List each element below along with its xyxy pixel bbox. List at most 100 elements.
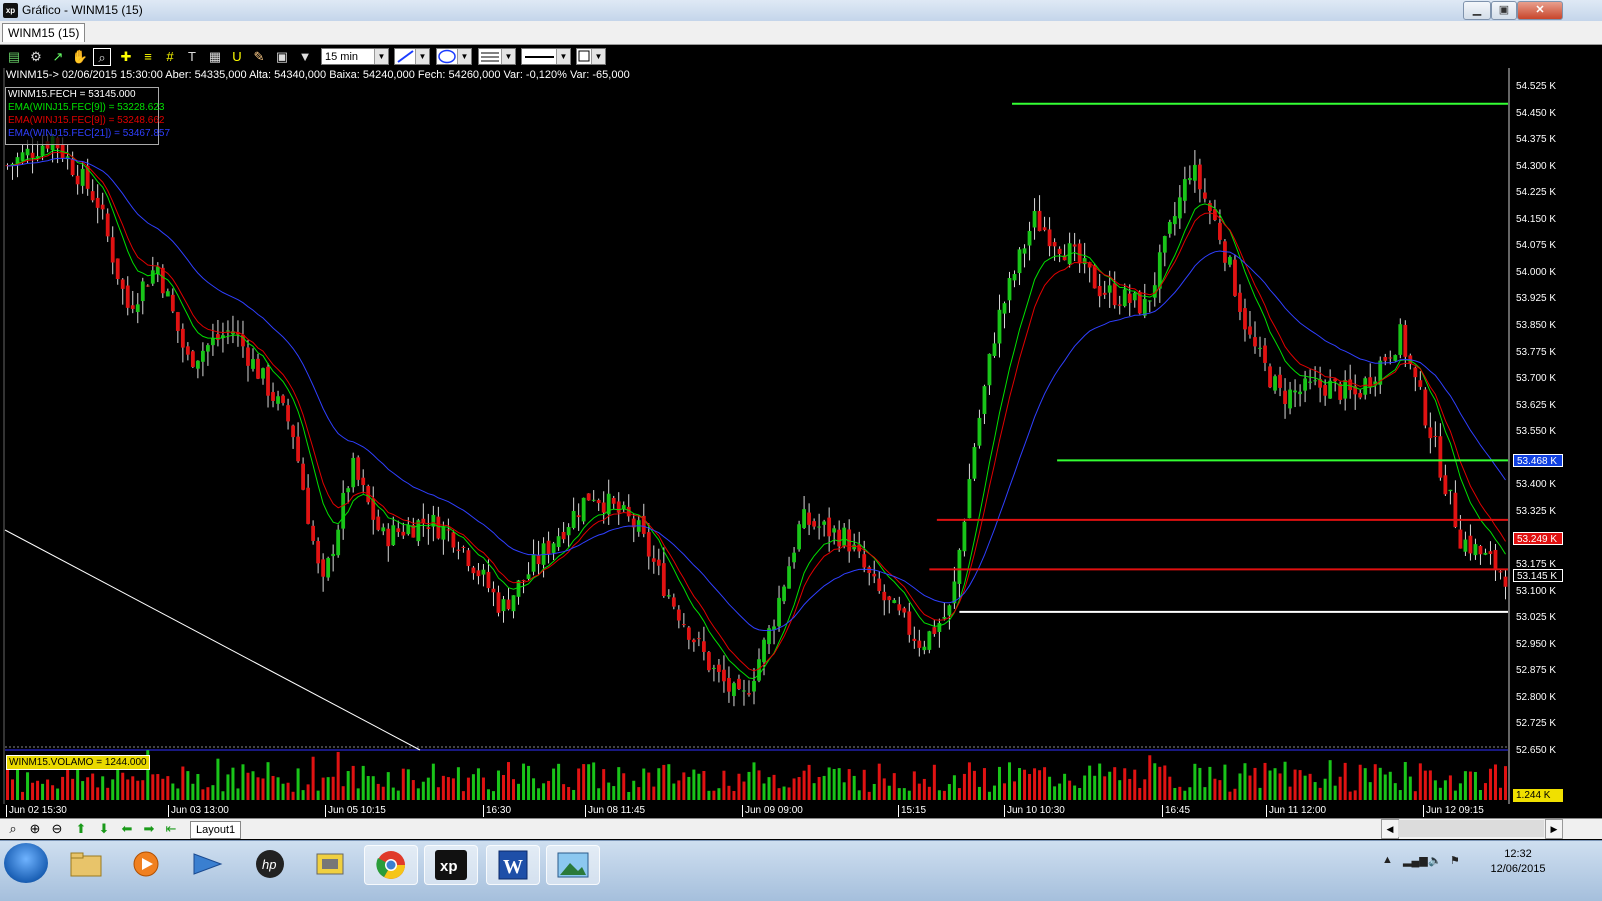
signal-icon[interactable]: ▂▄▆: [1403, 854, 1428, 867]
candle-body: [681, 624, 686, 626]
volume-bar: [86, 777, 90, 800]
zoom-out-icon[interactable]: ⊖: [48, 821, 66, 837]
arrow-up-icon[interactable]: ⬆: [72, 821, 90, 837]
volume-bar: [1288, 786, 1292, 800]
horizontal-lines-icon[interactable]: ≡: [139, 48, 157, 66]
horizontal-scrollbar[interactable]: [1398, 820, 1544, 837]
xp-icon[interactable]: xp: [424, 845, 478, 885]
volume-bar: [862, 769, 866, 800]
scroll-left-button[interactable]: ◀: [1381, 819, 1399, 839]
volume-bar: [356, 788, 360, 800]
candle-body: [391, 525, 396, 546]
volume-bar: [867, 791, 871, 800]
device-icon[interactable]: [304, 845, 356, 883]
volume-bar: [572, 789, 576, 800]
volume-bar: [366, 776, 370, 800]
color-select[interactable]: ▼: [576, 48, 606, 65]
volume-icon[interactable]: 🔈: [1428, 854, 1442, 867]
candle-body: [907, 611, 912, 635]
network-icon[interactable]: [182, 845, 234, 883]
volume-bar: [1193, 763, 1197, 800]
system-clock[interactable]: 12:32 12/06/2015: [1488, 847, 1548, 877]
candle-body: [266, 366, 270, 396]
tab-winm15[interactable]: WINM15 (15): [2, 23, 86, 42]
text-tool-icon[interactable]: T: [183, 48, 201, 66]
picture-icon[interactable]: [546, 845, 600, 885]
hp-icon[interactable]: hp: [244, 845, 296, 883]
candle: [1393, 354, 1398, 362]
volume-bar: [567, 787, 571, 800]
shape-tool-select[interactable]: ▼: [436, 48, 472, 65]
volume-bar: [1303, 775, 1307, 800]
candle-body: [892, 600, 897, 603]
clipboard-icon[interactable]: ▣: [273, 48, 291, 66]
volume-bar: [557, 763, 561, 800]
chrome-icon[interactable]: [364, 845, 418, 885]
media-player-icon[interactable]: [120, 845, 172, 883]
volume-bar: [1178, 786, 1182, 800]
volume-bar: [296, 768, 300, 800]
filter-icon[interactable]: ▼: [296, 48, 314, 66]
flag-icon[interactable]: ⚑: [1450, 854, 1460, 867]
crosshair-icon[interactable]: ✚: [117, 48, 135, 66]
candle-body: [506, 599, 511, 610]
grid-lines-icon[interactable]: #: [161, 48, 179, 66]
line-width-select[interactable]: ▼: [521, 48, 571, 65]
chart-icon[interactable]: ▤: [5, 48, 23, 66]
volume-bar: [932, 764, 936, 800]
volume-bar: [461, 791, 465, 800]
line-tool-select[interactable]: ▼: [394, 48, 430, 65]
file-explorer-icon[interactable]: [60, 845, 112, 883]
line-style-select[interactable]: ▼: [478, 48, 516, 65]
close-button[interactable]: ✕: [1517, 1, 1563, 20]
time-tick-label: Jun 11 12:00: [1266, 805, 1326, 817]
candle-body: [937, 622, 942, 632]
volume-bar: [1343, 762, 1347, 800]
volume-bar: [1428, 770, 1432, 800]
candle-body: [466, 550, 471, 567]
start-button[interactable]: [4, 843, 48, 883]
candle-body: [1438, 436, 1443, 478]
minimize-button[interactable]: ▁: [1463, 1, 1491, 20]
volume-bar: [1398, 790, 1402, 800]
price-chart[interactable]: [0, 68, 1602, 804]
candle-body: [837, 529, 842, 547]
candle-body: [782, 586, 786, 602]
candle-body: [701, 641, 706, 652]
candle-body: [722, 669, 726, 682]
arrow-end-icon[interactable]: ⇤: [162, 821, 180, 837]
volume-bar: [1093, 775, 1097, 800]
settings-gear-icon[interactable]: ⚙: [27, 48, 45, 66]
calculator-icon[interactable]: ▦: [206, 48, 224, 66]
arrow-left-icon[interactable]: ⬅: [118, 821, 136, 837]
volume-bar: [36, 780, 40, 800]
candle-body: [1233, 259, 1237, 296]
show-hidden-icons[interactable]: ▲: [1382, 854, 1393, 866]
zoom-fit-icon[interactable]: ⌕: [4, 821, 22, 837]
volume-bar: [1088, 765, 1092, 800]
hand-pan-icon[interactable]: ✋: [71, 48, 89, 66]
zoom-in-icon[interactable]: ⊕: [26, 821, 44, 837]
volume-bar: [111, 779, 115, 800]
candle-body: [206, 345, 210, 352]
candle-body: [917, 640, 922, 648]
candle-body: [1022, 248, 1027, 254]
trend-line-icon: [397, 50, 414, 63]
tick-icon[interactable]: ↗: [49, 48, 67, 66]
arrow-right-icon[interactable]: ➡: [140, 821, 158, 837]
word-icon[interactable]: W: [486, 845, 540, 885]
candle-body: [296, 436, 300, 462]
volume-bar: [1258, 787, 1262, 800]
candle-body: [381, 527, 386, 532]
magnet-icon[interactable]: U: [228, 48, 246, 66]
candle-body: [691, 639, 696, 643]
arrow-down-icon[interactable]: ⬇: [95, 821, 113, 837]
eraser-icon[interactable]: ✎: [250, 48, 268, 66]
scroll-right-button[interactable]: ▶: [1545, 819, 1563, 839]
candle: [586, 493, 591, 501]
maximize-button[interactable]: ▣: [1491, 1, 1517, 20]
period-select[interactable]: 15 min ▼: [321, 48, 389, 65]
layout-tab[interactable]: Layout1: [190, 821, 242, 839]
zoom-icon[interactable]: ⌕: [93, 48, 111, 66]
volume-bar: [1403, 762, 1407, 800]
